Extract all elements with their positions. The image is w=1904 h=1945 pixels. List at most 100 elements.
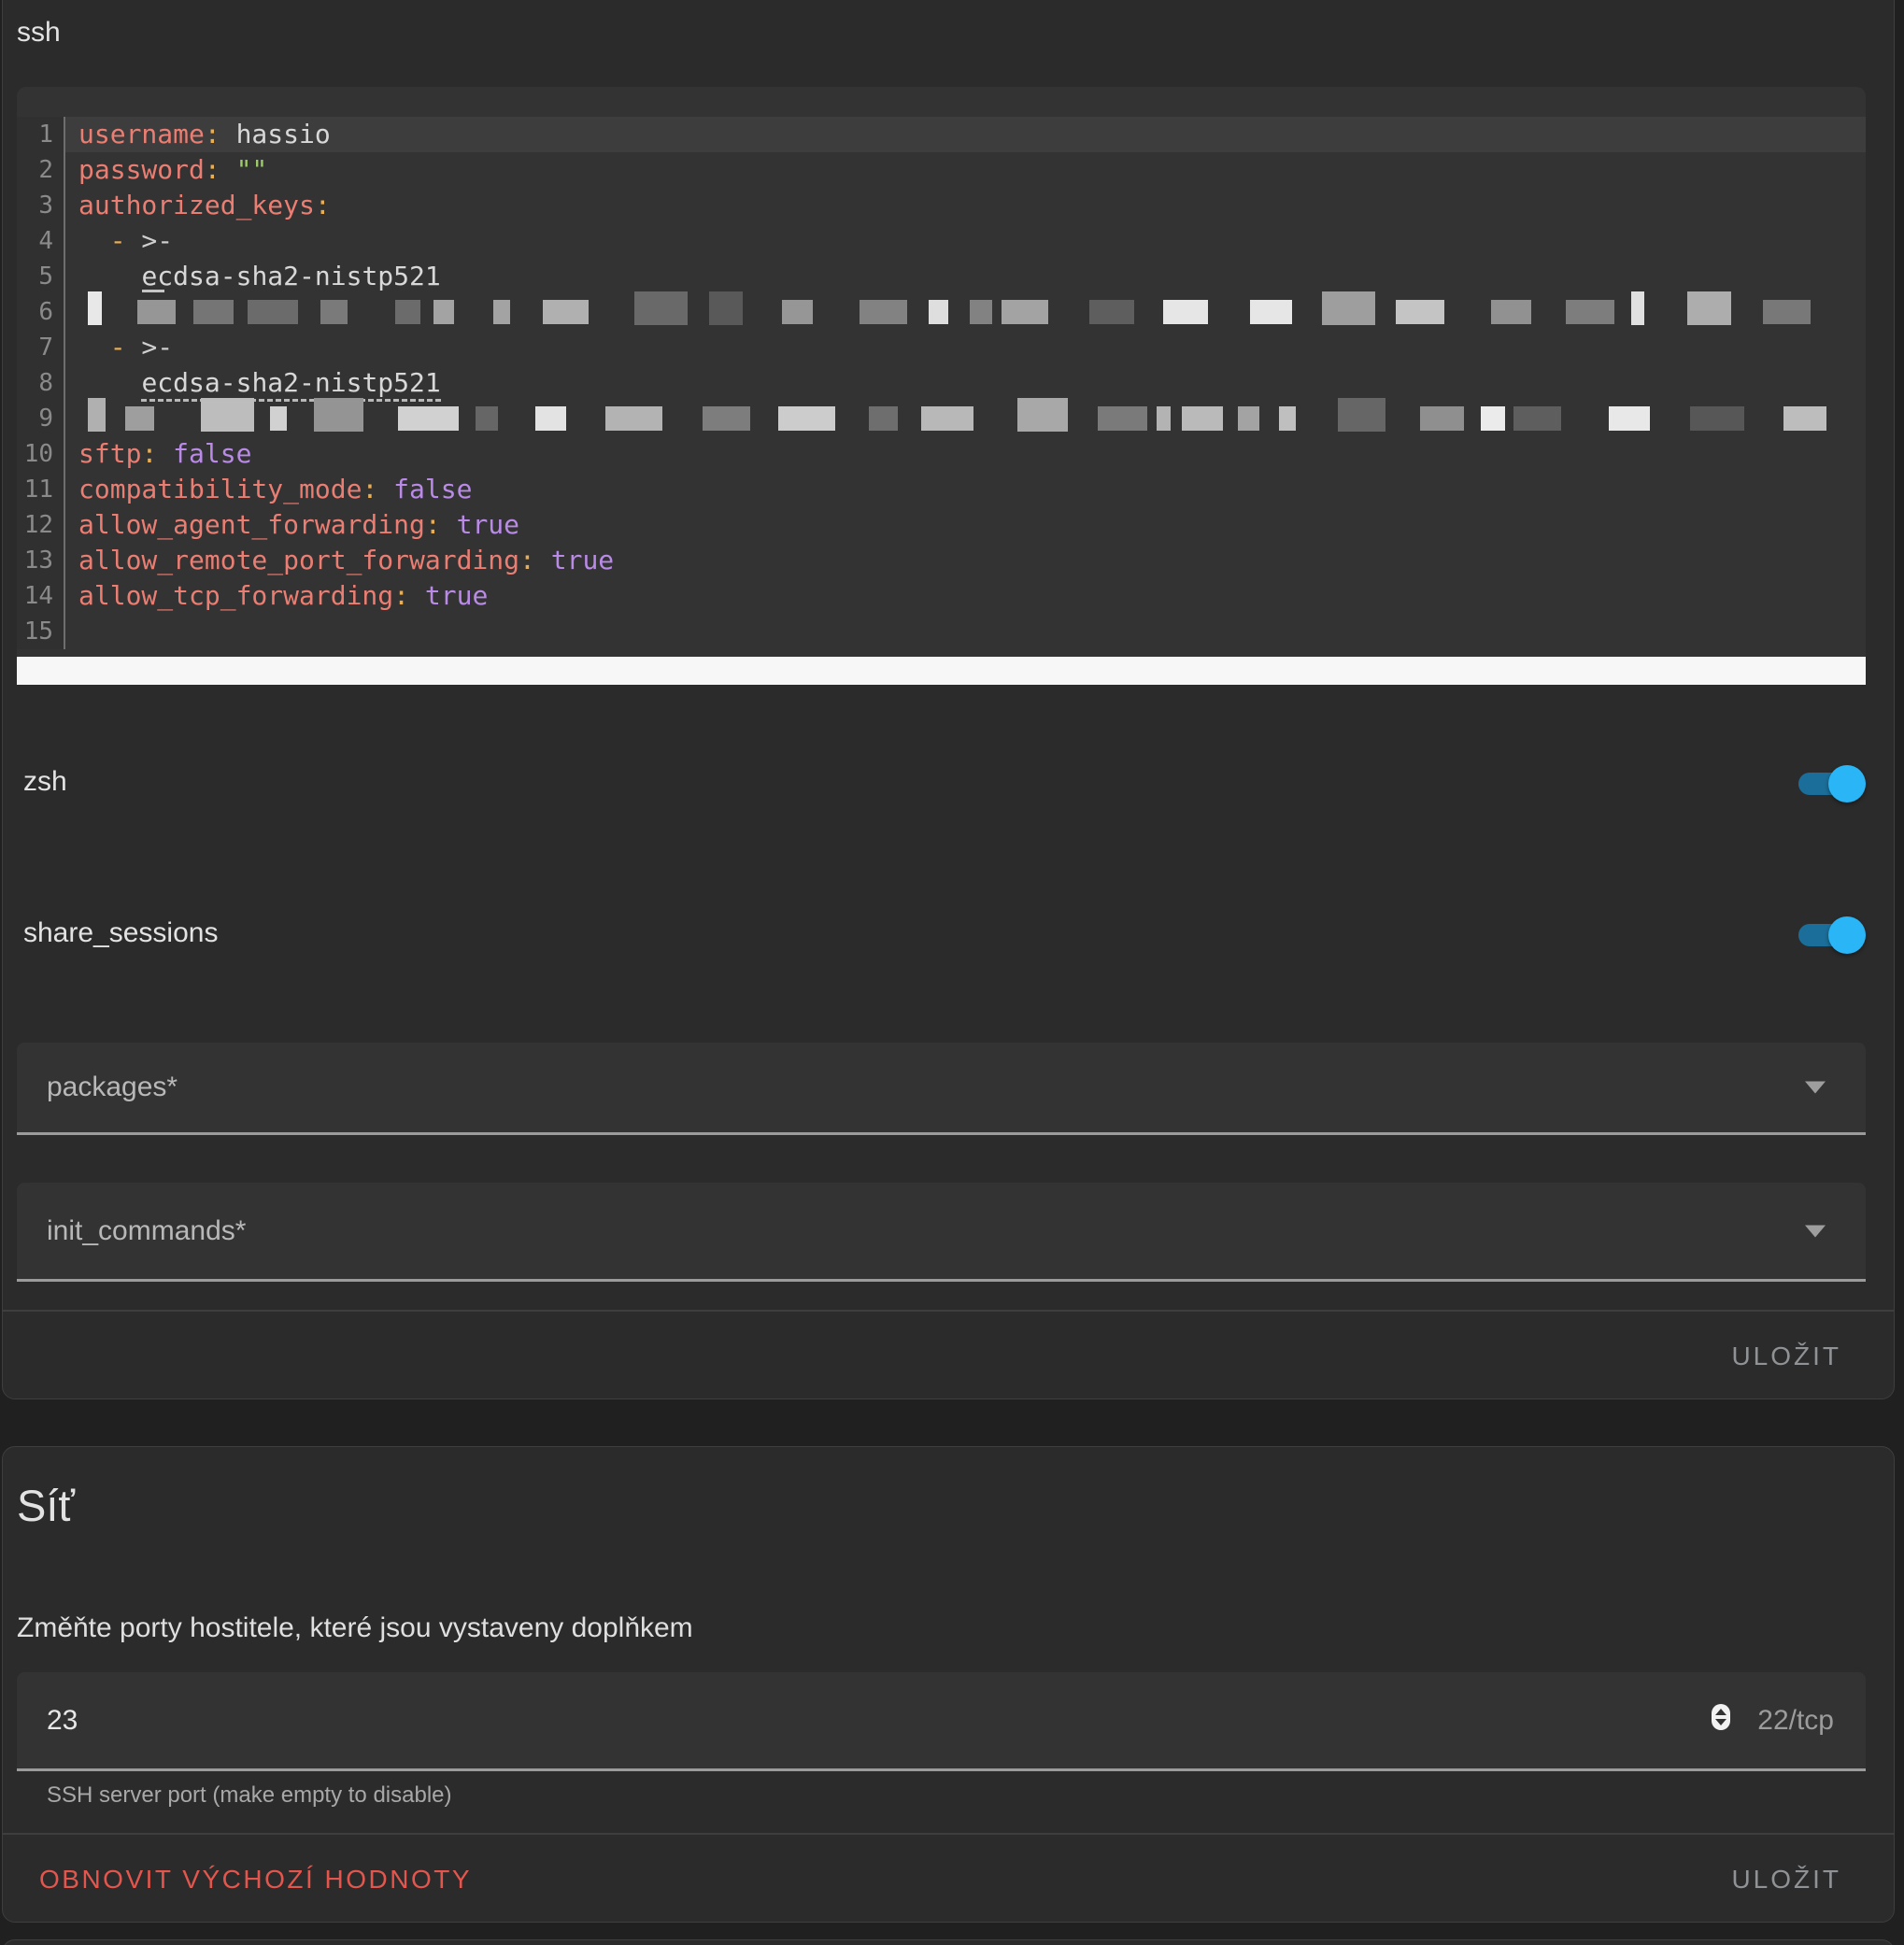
code-token bbox=[78, 261, 141, 291]
redacted-pixel-block bbox=[703, 406, 750, 431]
code-line[interactable]: 7 - >- bbox=[17, 330, 1866, 365]
lint-mark bbox=[142, 290, 164, 292]
redacted-pixel-block bbox=[1182, 406, 1223, 431]
line-number: 14 bbox=[17, 578, 65, 614]
code-line[interactable]: 15 bbox=[17, 614, 1866, 649]
redacted-pixel-block bbox=[1481, 406, 1505, 431]
code-line-content: password: "" bbox=[65, 152, 1866, 188]
redacted-pixel-block bbox=[88, 398, 106, 432]
code-line-content: compatibility_mode: false bbox=[65, 472, 1866, 507]
code-line[interactable]: 14allow_tcp_forwarding: true bbox=[17, 578, 1866, 614]
redacted-pixel-block bbox=[476, 406, 498, 431]
redacted-pixel-block bbox=[1017, 398, 1068, 432]
code-token: false bbox=[157, 438, 251, 469]
card-footer-divider bbox=[2, 1833, 1895, 1835]
stepper-up-arrow-icon[interactable] bbox=[1715, 1709, 1726, 1715]
code-token: : bbox=[205, 119, 220, 149]
code-line[interactable]: 2password: "" bbox=[17, 152, 1866, 188]
line-number: 3 bbox=[17, 188, 65, 223]
code-token: username bbox=[78, 119, 205, 149]
redacted-pixel-block bbox=[1250, 300, 1292, 324]
yaml-editor[interactable]: 1username: hassio2password: ""3authorize… bbox=[17, 87, 1866, 657]
code-token: >- bbox=[126, 225, 174, 256]
code-token: : bbox=[425, 509, 441, 540]
code-line[interactable]: 13allow_remote_port_forwarding: true bbox=[17, 543, 1866, 578]
ssh-port-input[interactable]: 23 22/tcp bbox=[17, 1672, 1866, 1771]
zsh-option-label: zsh bbox=[23, 766, 67, 798]
code-token: true bbox=[535, 545, 614, 575]
line-number: 2 bbox=[17, 152, 65, 188]
redacted-pixel-block bbox=[193, 300, 234, 324]
code-token: password bbox=[78, 154, 205, 185]
redacted-pixel-block bbox=[125, 406, 154, 431]
code-line[interactable]: 11compatibility_mode: false bbox=[17, 472, 1866, 507]
code-line-content: ecdsa-sha2-nistp521 bbox=[65, 259, 1866, 294]
redacted-pixel-block bbox=[1322, 291, 1375, 325]
packages-select[interactable]: packages* bbox=[17, 1043, 1866, 1135]
redacted-pixel-block bbox=[248, 300, 298, 324]
redacted-pixel-block bbox=[1002, 300, 1048, 324]
code-token: : bbox=[362, 474, 377, 504]
code-line-content: ecdsa-sha2-nistp521 bbox=[65, 365, 1866, 401]
redacted-pixel-block bbox=[1089, 300, 1134, 324]
code-token: authorized_keys bbox=[78, 190, 315, 220]
share-sessions-toggle[interactable] bbox=[1798, 924, 1866, 946]
code-line-content: authorized_keys: bbox=[65, 188, 1866, 223]
reset-defaults-button[interactable]: OBNOVIT VÝCHOZÍ HODNOTY bbox=[34, 1864, 477, 1895]
editor-horizontal-scrollbar[interactable] bbox=[17, 657, 1866, 685]
code-line-content: allow_tcp_forwarding: true bbox=[65, 578, 1866, 614]
addon-configuration-page: ssh 1username: hassio2password: ""3autho… bbox=[0, 0, 1904, 1945]
code-token: : bbox=[393, 580, 409, 611]
redacted-key-line bbox=[65, 401, 1866, 436]
redacted-pixel-block bbox=[395, 300, 420, 324]
redacted-pixel-block bbox=[270, 406, 287, 431]
redacted-pixel-block bbox=[1763, 300, 1811, 324]
code-line-content: allow_remote_port_forwarding: true bbox=[65, 543, 1866, 578]
redacted-pixel-block bbox=[869, 406, 898, 431]
code-line[interactable]: 5 ecdsa-sha2-nistp521 bbox=[17, 259, 1866, 294]
port-input-value[interactable]: 23 bbox=[47, 1705, 78, 1737]
redacted-pixel-block bbox=[320, 300, 348, 324]
redacted-pixel-block bbox=[1566, 300, 1614, 324]
code-token: hassio bbox=[220, 119, 331, 149]
code-line[interactable]: 8 ecdsa-sha2-nistp521 bbox=[17, 365, 1866, 401]
redacted-pixel-block bbox=[1690, 406, 1744, 431]
redacted-pixel-block bbox=[1783, 406, 1826, 431]
redacted-pixel-block bbox=[1098, 406, 1147, 431]
code-token: allow_agent_forwarding bbox=[78, 509, 425, 540]
redacted-pixel-block bbox=[314, 398, 363, 432]
stepper-down-arrow-icon[interactable] bbox=[1715, 1719, 1726, 1725]
network-section-description: Změňte porty hostitele, které jsou vysta… bbox=[17, 1612, 693, 1644]
code-line[interactable]: 9 bbox=[17, 401, 1866, 436]
port-suffix-label: 22/tcp bbox=[1757, 1705, 1834, 1737]
code-token: sftp bbox=[78, 438, 141, 469]
code-line[interactable]: 3authorized_keys: bbox=[17, 188, 1866, 223]
redacted-key-line bbox=[65, 294, 1866, 330]
code-line[interactable]: 10sftp: false bbox=[17, 436, 1866, 472]
redacted-pixel-block bbox=[605, 406, 662, 431]
code-token: : bbox=[519, 545, 535, 575]
code-line[interactable]: 1username: hassio bbox=[17, 117, 1866, 152]
line-number: 5 bbox=[17, 259, 65, 294]
redacted-pixel-block bbox=[1513, 406, 1561, 431]
zsh-toggle[interactable] bbox=[1798, 773, 1866, 795]
line-number: 11 bbox=[17, 472, 65, 507]
save-network-button[interactable]: ULOŽIT bbox=[1726, 1864, 1847, 1895]
code-line[interactable]: 4 - >- bbox=[17, 223, 1866, 259]
save-config-button[interactable]: ULOŽIT bbox=[1726, 1341, 1847, 1372]
line-number: 4 bbox=[17, 223, 65, 259]
code-token: >- bbox=[126, 332, 174, 362]
line-number: 15 bbox=[17, 614, 65, 649]
redacted-pixel-block bbox=[493, 300, 510, 324]
code-token: compatibility_mode bbox=[78, 474, 362, 504]
number-stepper-icon[interactable] bbox=[1712, 1704, 1730, 1730]
code-line[interactable]: 6 bbox=[17, 294, 1866, 330]
card-footer-divider bbox=[2, 1310, 1895, 1312]
redacted-pixel-block bbox=[398, 406, 459, 431]
line-number: 12 bbox=[17, 507, 65, 543]
init-commands-select-label: init_commands* bbox=[47, 1215, 246, 1247]
line-number: 8 bbox=[17, 365, 65, 401]
code-line[interactable]: 12allow_agent_forwarding: true bbox=[17, 507, 1866, 543]
init-commands-select[interactable]: init_commands* bbox=[17, 1183, 1866, 1282]
code-token: "" bbox=[220, 154, 268, 185]
